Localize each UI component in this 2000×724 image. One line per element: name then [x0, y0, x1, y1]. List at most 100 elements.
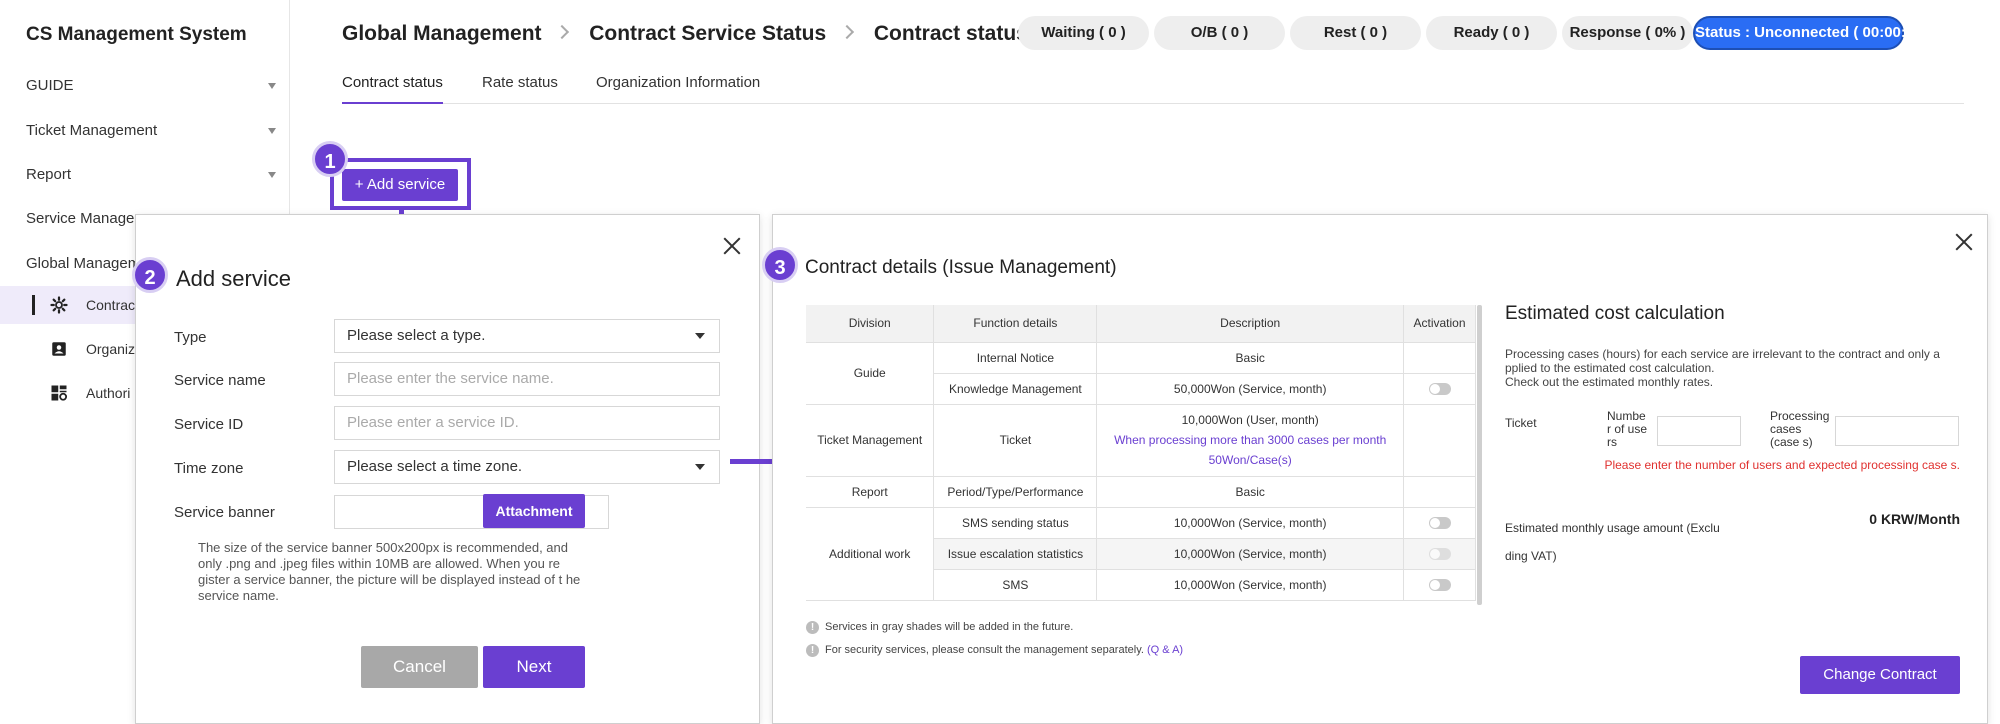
tab-contract-status[interactable]: Contract status: [342, 74, 443, 104]
activation-toggle[interactable]: [1428, 383, 1451, 396]
step-badge-3: 3: [762, 247, 798, 283]
gray-services-note: ! Services in gray shades will be added i…: [806, 621, 1073, 634]
activation-toggle[interactable]: [1428, 517, 1451, 530]
status-rest[interactable]: Rest ( 0 ): [1290, 16, 1421, 50]
sidebar-item-report[interactable]: Report: [26, 166, 276, 183]
users-label: Numbe r of use rs: [1607, 409, 1648, 449]
time-zone-label: Time zone: [174, 460, 244, 477]
type-label: Type: [174, 329, 207, 346]
table-scrollbar[interactable]: [1477, 305, 1482, 605]
sidebar-subitem-label: Organiz: [86, 341, 136, 357]
activation-cell: [1403, 476, 1476, 508]
cases-label: Processing cases (case s): [1770, 409, 1830, 449]
function-cell: SMS: [933, 569, 1098, 601]
cases-input[interactable]: [1835, 416, 1959, 446]
modal-title: Add service: [176, 266, 291, 291]
function-cell: Ticket: [933, 404, 1098, 477]
info-icon: !: [806, 621, 819, 634]
qa-link[interactable]: (Q & A): [1147, 644, 1183, 656]
division-cell: Additional work: [806, 507, 935, 601]
status-ob[interactable]: O/B ( 0 ): [1154, 16, 1285, 50]
table-row: Report Period/Type/Performance Basic: [806, 476, 1476, 508]
cancel-button[interactable]: Cancel: [361, 646, 478, 688]
division-cell: Ticket Management: [806, 404, 935, 477]
service-name-input[interactable]: Please enter the service name.: [334, 362, 720, 396]
table-row: Ticket Management Ticket 10,000Won (User…: [806, 404, 1476, 477]
type-select[interactable]: Please select a type.: [334, 319, 720, 353]
monthly-usage-value: 0 KRW/Month: [1869, 511, 1960, 527]
function-cell: Internal Notice: [933, 342, 1098, 374]
close-icon[interactable]: [723, 237, 741, 255]
description-cell: 10,000Won (Service, month): [1096, 538, 1405, 570]
tab-organization-information[interactable]: Organization Information: [596, 74, 760, 104]
info-icon: !: [806, 644, 819, 657]
close-icon[interactable]: [1955, 233, 1973, 251]
users-input[interactable]: [1657, 416, 1741, 446]
status-waiting[interactable]: Waiting ( 0 ): [1018, 16, 1149, 50]
activation-cell: [1403, 342, 1476, 374]
activation-toggle[interactable]: [1428, 579, 1451, 592]
sidebar-item-label: Report: [26, 166, 72, 183]
sidebar-item-ticket-management[interactable]: Ticket Management: [26, 122, 276, 139]
tab-bar: Contract status Rate status Organization…: [342, 64, 1964, 104]
table-row: Additional work SMS sending status 10,00…: [806, 507, 1476, 601]
connection-status-badge[interactable]: Status : Unconnected ( 00:00:00 ): [1693, 16, 1932, 50]
column-header: Activation: [1403, 305, 1476, 343]
time-zone-select-value: Please select a time zone.: [347, 458, 523, 475]
sidebar-item-label: GUIDE: [26, 77, 74, 94]
time-zone-select[interactable]: Please select a time zone.: [334, 450, 720, 484]
service-name-label: Service name: [174, 372, 266, 389]
function-cell: SMS sending status: [933, 507, 1098, 539]
tab-rate-status[interactable]: Rate status: [482, 74, 558, 104]
step-badge-2: 2: [132, 257, 168, 293]
chevron-down-icon: [268, 128, 276, 134]
estimate-warning: Please enter the number of users and exp…: [1604, 458, 1960, 472]
type-select-value: Please select a type.: [347, 327, 486, 344]
add-service-button[interactable]: + Add service: [342, 169, 458, 201]
description-cell: Basic: [1096, 476, 1405, 508]
table-row: Guide Internal Notice Basic: [806, 342, 1476, 405]
estimate-title: Estimated cost calculation: [1505, 303, 1725, 324]
note-text: Services in gray shades will be added in…: [825, 621, 1074, 633]
activation-toggle: [1428, 548, 1451, 561]
monthly-usage-label: Estimated monthly usage amount (Exclu di…: [1505, 521, 1720, 563]
estimate-description-line: Processing cases (hours) for each servic…: [1505, 347, 1940, 375]
next-button[interactable]: Next: [483, 646, 585, 688]
caret-down-icon: [695, 333, 705, 339]
service-id-input[interactable]: Please enter a service ID.: [334, 406, 720, 440]
function-cell: Issue escalation statistics: [933, 538, 1098, 570]
description-cell: 10,000Won (User, month) When processing …: [1096, 404, 1405, 477]
chevron-down-icon: [268, 83, 276, 89]
contact-card-icon: [52, 342, 66, 356]
settings-grid-icon: [51, 385, 68, 401]
modal-title: Contract details (Issue Management): [805, 257, 1117, 278]
breadcrumb: Global Management Contract Service Statu…: [342, 22, 1028, 46]
chevron-right-icon: [555, 24, 570, 40]
column-header: Division: [806, 305, 935, 343]
table-header-row: Division Function details Description Ac…: [806, 305, 1476, 343]
sidebar-subitem-label: Contrac: [86, 297, 136, 313]
caret-down-icon: [695, 464, 705, 470]
status-ready[interactable]: Ready ( 0 ): [1426, 16, 1557, 50]
ticket-extra-price: When processing more than 3000 cases per…: [1114, 433, 1387, 467]
attachment-button[interactable]: Attachment: [483, 494, 585, 528]
activation-cell: [1403, 404, 1476, 477]
description-cell: 10,000Won (Service, month): [1096, 507, 1405, 539]
sidebar-item-guide[interactable]: GUIDE: [26, 77, 276, 94]
chevron-down-icon: [268, 172, 276, 178]
status-response[interactable]: Response ( 0% ): [1562, 16, 1693, 50]
note-text: For security services, please consult th…: [825, 644, 1144, 656]
change-contract-button[interactable]: Change Contract: [1800, 656, 1960, 694]
ticket-label: Ticket: [1505, 416, 1537, 430]
breadcrumb-item[interactable]: Contract Service Status: [589, 22, 826, 45]
division-cell: Report: [806, 476, 935, 508]
activation-cell: [1403, 538, 1476, 570]
activation-cell: [1403, 507, 1476, 539]
function-cell: Knowledge Management: [933, 373, 1098, 405]
ticket-price: 10,000Won (User, month): [1181, 413, 1319, 427]
contract-table: Division Function details Description Ac…: [806, 305, 1476, 601]
estimate-description-line: Check out the estimated monthly rates.: [1505, 375, 1714, 389]
sidebar-item-label: Ticket Management: [26, 122, 158, 139]
function-cell: Period/Type/Performance: [933, 476, 1098, 508]
breadcrumb-item[interactable]: Global Management: [342, 22, 542, 45]
